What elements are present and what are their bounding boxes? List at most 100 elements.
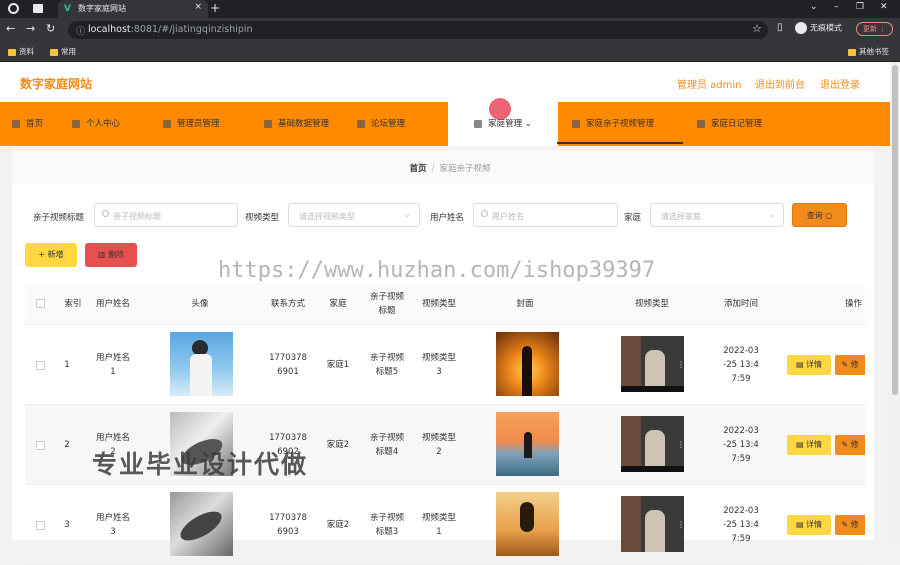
minimize-icon[interactable]: – [834, 2, 839, 12]
home-icon [12, 119, 20, 128]
reload-icon[interactable]: ↻ [46, 23, 55, 35]
bookmark-folder-1[interactable]: 资料 [8, 46, 34, 57]
tab-search-icon[interactable] [33, 4, 43, 13]
breadcrumb-home[interactable]: 首页 [410, 164, 427, 174]
edit-label: 修 [850, 360, 859, 369]
more-icon[interactable]: ⋮ [677, 360, 684, 369]
menu-label: 家庭管理 [488, 119, 523, 129]
delete-button[interactable]: ▥ 删除 [85, 243, 137, 267]
video-shelf [621, 496, 641, 552]
table-row: 3 用户姓名 3 1770378 6903 家庭2 亲子视频 标题3 视频类型 … [25, 485, 865, 565]
close-window-icon[interactable]: ✕ [880, 2, 888, 12]
table-header: 索引 用户姓名 头像 联系方式 家庭 亲子视频 标题 视频类型 封面 视频类型 … [25, 283, 865, 325]
video-shelf [621, 416, 641, 472]
menu-item-profile[interactable]: 个人中心 [72, 102, 120, 146]
filter-family-select[interactable]: 请选择家庭 ⌄ [650, 203, 784, 227]
video-thumbnail[interactable]: ⋮ [621, 496, 684, 552]
admin-icon [163, 119, 171, 128]
chevron-down-icon[interactable]: ⌄ [810, 2, 818, 12]
menu-item-family-diary[interactable]: 家庭日记管理 [697, 102, 762, 146]
other-bookmarks-label: 其他书签 [859, 47, 889, 56]
more-icon[interactable]: ⋮ [677, 520, 684, 529]
search-icon [102, 210, 109, 217]
cover-silhouette [522, 346, 532, 396]
header-avatar: 头像 [191, 299, 209, 309]
row-checkbox[interactable] [36, 441, 45, 450]
url-text[interactable]: localhost:8081/#/jiatingqinzishipin [88, 24, 253, 35]
cell-user: 用户姓名 3 [95, 513, 130, 537]
logout-link[interactable]: 退出登录 [820, 76, 860, 91]
detail-button[interactable]: ▤ 详情 [787, 435, 831, 455]
search-button[interactable]: 查询 ○ [792, 203, 847, 227]
video-icon [572, 119, 580, 128]
back-to-front-link[interactable]: 退出到前台 [755, 76, 805, 91]
chevron-down-icon: ⌄ [768, 210, 775, 219]
menu-label: 论坛管理 [371, 119, 406, 129]
forward-icon[interactable]: → [26, 23, 35, 35]
detail-button[interactable]: ▤ 详情 [787, 515, 831, 535]
chevron-down-icon: ⌄ [404, 210, 411, 219]
filter-user-input[interactable]: 用户姓名 [473, 203, 618, 227]
edit-button[interactable]: ✎ 修 [835, 435, 865, 455]
diary-icon [697, 119, 705, 128]
restore-icon[interactable]: ❐ [856, 2, 864, 12]
header-family: 家庭 [329, 299, 347, 309]
close-tab-icon[interactable]: × [194, 2, 202, 12]
select-all-checkbox[interactable] [36, 299, 45, 308]
menu-item-admin[interactable]: 管理员管理 [163, 102, 220, 146]
filter-family-label: 家庭 [624, 213, 642, 223]
folder-icon [8, 48, 16, 56]
avatar-figure [176, 505, 226, 547]
site-title: 数字家庭网站 [20, 77, 93, 91]
admin-label[interactable]: 管理员 admin [677, 76, 742, 91]
tab-title: 数字家庭网站 [78, 4, 126, 13]
chevron-down-icon: ⌄ [524, 119, 532, 129]
vue-logo-icon: V [64, 4, 71, 14]
cell-title: 亲子视频 标题5 [369, 353, 404, 377]
new-tab-icon[interactable]: + [210, 1, 220, 15]
update-button[interactable]: 更新 ⋮ [856, 22, 894, 36]
bookmark-label: 资料 [19, 47, 34, 56]
menu-item-forum[interactable]: 论坛管理 [357, 102, 405, 146]
search-button-label: 查询 [806, 211, 823, 220]
address-bar[interactable]: ⓘ localhost:8081/#/jiatingqinzishipin [68, 21, 768, 39]
browser-tab[interactable]: V 数字家庭网站 × [58, 0, 208, 18]
promo-watermark: 专业毕业设计代做 [92, 450, 309, 479]
header-video: 视频类型 [634, 299, 669, 309]
back-icon[interactable]: ← [6, 23, 15, 35]
detail-label: 详情 [806, 520, 823, 529]
bookmark-folder-2[interactable]: 常用 [50, 46, 76, 57]
more-icon[interactable]: ⋮ [677, 440, 684, 449]
main-menu: 首页 个人中心 管理员管理 基础数据管理 论坛管理 家庭管理 ⌄ 家庭亲子视频管… [0, 102, 900, 146]
placeholder: 请选择家庭 [661, 212, 701, 221]
menu-label: 家庭日记管理 [711, 119, 763, 129]
cell-video-type: 视频类型 3 [421, 353, 456, 377]
filter-title-input[interactable]: 亲子视频标题 [94, 203, 238, 227]
row-checkbox[interactable] [36, 361, 45, 370]
edit-button[interactable]: ✎ 修 [835, 515, 865, 535]
breadcrumb: 首页 / 家庭亲子视频 [0, 162, 900, 174]
detail-icon: ▤ [795, 360, 807, 369]
add-button[interactable]: + 新增 [25, 243, 77, 267]
other-bookmarks[interactable]: 其他书签 [848, 46, 889, 57]
edit-button[interactable]: ✎ 修 [835, 355, 865, 375]
scrollbar-thumb[interactable] [892, 65, 898, 395]
incognito-indicator[interactable]: 无痕模式 [795, 22, 842, 34]
row-checkbox[interactable] [36, 521, 45, 530]
header-actions: 操作 [845, 299, 863, 309]
sidebar-icon[interactable]: ▯ [777, 22, 783, 33]
menu-item-family-video[interactable]: 家庭亲子视频管理 [572, 102, 654, 146]
info-icon[interactable]: ⓘ [76, 24, 85, 37]
detail-button[interactable]: ▤ 详情 [787, 355, 831, 375]
video-thumbnail[interactable]: ⋮ [621, 336, 684, 392]
video-thumbnail[interactable]: ⋮ [621, 416, 684, 472]
detail-label: 详情 [806, 440, 823, 449]
filter-type-select[interactable]: 请选择视频类型 ⌄ [288, 203, 420, 227]
cover-image [496, 492, 559, 556]
bookmark-star-icon[interactable]: ☆ [752, 22, 762, 35]
menu-item-base-data[interactable]: 基础数据管理 [264, 102, 329, 146]
menu-item-home[interactable]: 首页 [12, 102, 43, 146]
browser-menu-icon[interactable] [8, 3, 19, 14]
header-user: 用户姓名 [95, 299, 130, 309]
incognito-icon [795, 22, 807, 34]
